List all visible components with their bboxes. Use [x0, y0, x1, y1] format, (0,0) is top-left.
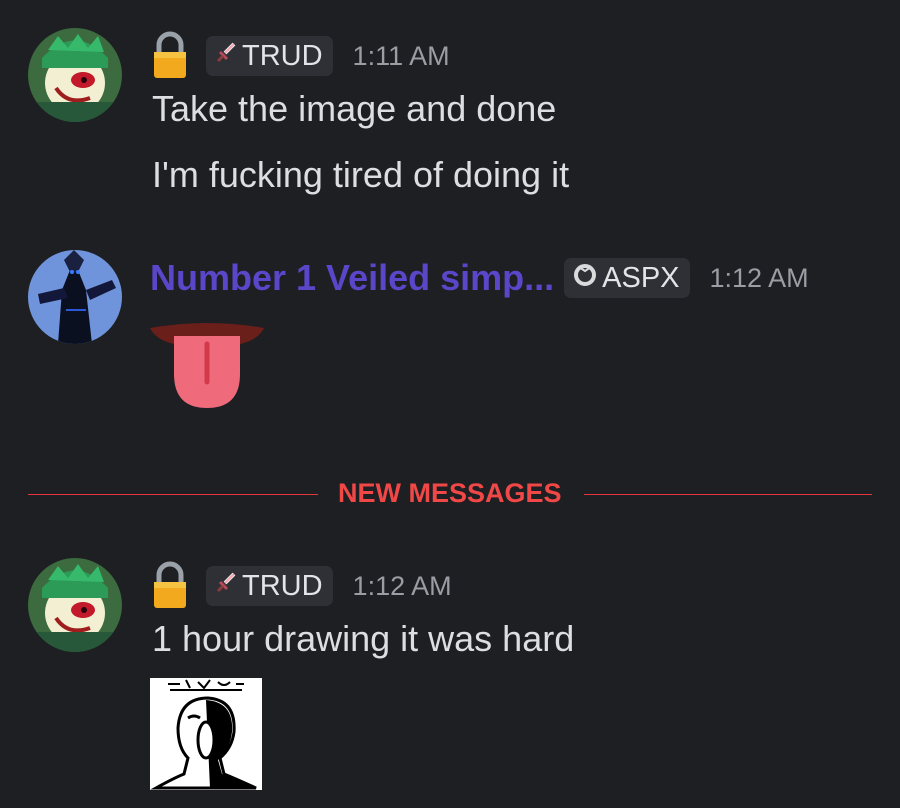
timestamp: 1:12 AM [352, 570, 452, 601]
divider-label: NEW MESSAGES [338, 478, 562, 508]
message-header: TRUD 1:11 AM [150, 31, 450, 81]
server-tag-aspx[interactable]: ASPX [564, 258, 690, 298]
message-text: I'm fucking tired of doing it [152, 154, 570, 195]
lock-icon [150, 31, 190, 81]
message-text: Take the image and done [152, 88, 557, 129]
tag-label: TRUD [242, 39, 323, 72]
new-messages-divider: NEW MESSAGES [28, 472, 872, 516]
user-avatar-trud[interactable] [28, 558, 122, 652]
server-tag-trud[interactable]: TRUD [206, 36, 333, 76]
username[interactable]: Number 1 Veiled simp... [150, 257, 554, 299]
sword-icon [214, 570, 238, 603]
user-avatar-veiled-simp[interactable] [28, 250, 122, 344]
tag-label: ASPX [602, 261, 680, 294]
divider-line [28, 494, 318, 495]
message-header: TRUD 1:12 AM [150, 561, 452, 611]
sword-icon [214, 40, 238, 73]
message-header: Number 1 Veiled simp... ASPX 1:12 AM [150, 256, 809, 300]
message-text: 1 hour drawing it was hard [152, 618, 575, 659]
user-avatar-trud[interactable] [28, 28, 122, 122]
timestamp: 1:11 AM [352, 40, 450, 71]
divider-line [584, 494, 872, 495]
lock-icon [150, 561, 190, 611]
chat-log: TRUD 1:11 AM Take the image and done I'm… [0, 0, 900, 808]
timestamp: 1:12 AM [709, 262, 809, 293]
ring-icon [572, 261, 598, 295]
image-attachment[interactable] [150, 678, 262, 790]
server-tag-trud[interactable]: TRUD [206, 566, 333, 606]
tag-label: TRUD [242, 569, 323, 602]
tongue-emoji [150, 322, 264, 415]
